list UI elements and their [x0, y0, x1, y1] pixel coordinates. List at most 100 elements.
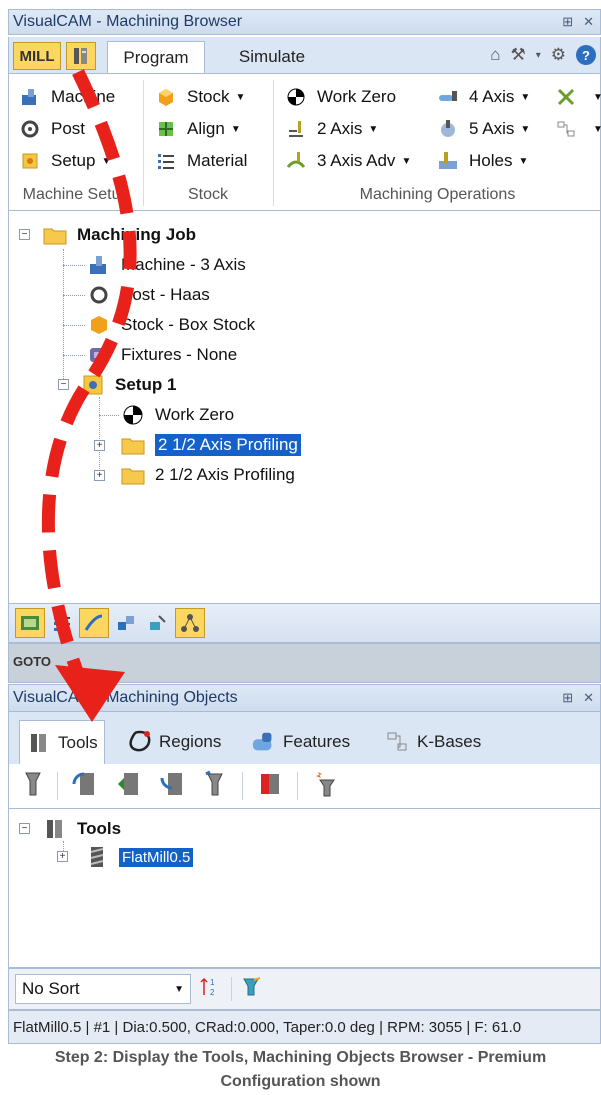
load-tool-icon[interactable] [116, 770, 146, 803]
machine-icon [87, 254, 111, 276]
folder-icon [43, 224, 67, 246]
network-button[interactable] [175, 608, 205, 638]
more-operations-button[interactable]: ▼ [555, 116, 601, 142]
holes-button[interactable]: Holes ▼ [437, 148, 528, 174]
goto-bar: GOTO [8, 643, 601, 683]
material-button[interactable]: Material [155, 148, 247, 174]
2-axis-icon [285, 119, 307, 139]
sort-select[interactable]: No Sort ▼ [15, 974, 191, 1004]
expand-toggle[interactable]: + [94, 470, 105, 481]
k-bases-icon [385, 729, 411, 755]
save-tool-icon[interactable] [160, 770, 190, 803]
collapse-toggle[interactable]: − [19, 229, 30, 240]
toolbar-separator [231, 977, 232, 1001]
5-axis-label: 5 Axis [469, 119, 515, 138]
sort-value: No Sort [22, 979, 80, 998]
tool-status-bar: FlatMill0.5 | #1 | Dia:0.500, CRad:0.000… [8, 1010, 601, 1044]
tree-item-tools[interactable]: Tools [43, 815, 121, 843]
tab-label: Regions [159, 732, 222, 751]
tree-item-machine[interactable]: Machine - 3 Axis [87, 251, 246, 279]
tab-features[interactable]: Features [245, 720, 356, 764]
expand-toggle[interactable]: + [57, 851, 68, 862]
tree-item-setup[interactable]: Setup 1 [81, 371, 176, 399]
delete-tool-icon[interactable] [257, 770, 283, 803]
close-icon[interactable]: ✕ [583, 14, 594, 30]
close-icon[interactable]: ✕ [583, 690, 594, 706]
tree-item-machining-job[interactable]: Machining Job [43, 221, 196, 249]
tree-item-post[interactable]: Post - Haas [87, 281, 210, 309]
stock-icon [155, 87, 177, 107]
pin-icon[interactable]: ⊞ [562, 14, 573, 30]
show-browser-button[interactable] [15, 608, 45, 638]
hammer-icon[interactable]: ⚒ [510, 45, 525, 65]
tree-item-fixtures[interactable]: Fixtures - None [87, 341, 237, 369]
regions-icon [127, 729, 153, 755]
machining-browser-title: VisualCAM - Machining Browser [13, 13, 243, 30]
4-axis-label: 4 Axis [469, 87, 515, 106]
tab-simulate[interactable]: Simulate [217, 41, 327, 73]
edit-tool-icon[interactable] [204, 770, 228, 803]
post-button[interactable]: Post [19, 116, 85, 142]
features-icon [251, 729, 277, 755]
chevron-down-icon: ▼ [593, 123, 601, 135]
tree-label: FlatMill0.5 [119, 847, 194, 867]
post-icon [87, 284, 111, 306]
flat-mill-icon [85, 846, 109, 868]
mill-mode-button[interactable]: MILL [13, 42, 61, 70]
tab-k-bases[interactable]: K-Bases [379, 720, 487, 764]
reset-tools-icon[interactable] [312, 770, 338, 803]
tool-library-icon[interactable] [72, 770, 102, 803]
machine-icon [19, 87, 41, 107]
list-view-button[interactable] [47, 608, 77, 638]
new-tool-icon[interactable] [23, 770, 43, 803]
tool-filter-icon[interactable] [240, 976, 264, 1003]
stock-label: Stock [187, 87, 230, 106]
minimize-ribbon-icon[interactable]: ⌂ [490, 45, 500, 65]
3-axis-adv-button[interactable]: 3 Axis Adv ▼ [285, 148, 411, 174]
tab-label: Tools [58, 732, 98, 752]
work-zero-button[interactable]: Work Zero [285, 84, 396, 110]
pin-icon[interactable]: ⊞ [562, 690, 573, 706]
collapse-toggle[interactable]: − [19, 823, 30, 834]
collapse-toggle[interactable]: − [58, 379, 69, 390]
sort-order-icon[interactable]: 12 [199, 976, 223, 1003]
tree-item-profiling-2[interactable]: 2 1/2 Axis Profiling [121, 461, 295, 489]
chevron-down-icon: ▼ [401, 155, 412, 167]
stock-button[interactable]: Stock ▼ [155, 84, 245, 110]
help-icon[interactable]: ? [576, 45, 596, 65]
tree-item-profiling-1[interactable]: 2 1/2 Axis Profiling [121, 431, 301, 459]
tools-cross-button[interactable]: ▼ [555, 84, 601, 110]
tab-tools[interactable]: Tools [19, 720, 105, 764]
tree-item-work-zero[interactable]: Work Zero [121, 401, 234, 429]
machining-objects-toggle-button[interactable] [66, 42, 96, 70]
chevron-down-icon: ▼ [368, 123, 379, 135]
tab-regions[interactable]: Regions [121, 720, 227, 764]
caption-line-2: Configuration shown [220, 1073, 381, 1090]
align-button[interactable]: Align ▼ [155, 116, 241, 142]
5-axis-button[interactable]: 5 Axis ▼ [437, 116, 530, 142]
2-axis-button[interactable]: 2 Axis ▼ [285, 116, 378, 142]
tree-item-flatmill[interactable]: FlatMill0.5 [85, 843, 194, 871]
chevron-down-icon[interactable]: ▾ [536, 50, 541, 61]
ribbon-panel: Machine Post Setup ▼ Machine Setup Stock ▼… [8, 73, 601, 211]
setup-button[interactable]: Setup ▼ [19, 148, 111, 174]
status-text: FlatMill0.5 | #1 | Dia:0.500, CRad:0.000… [13, 1018, 522, 1036]
tools-toolbar [8, 764, 601, 808]
tab-label: K-Bases [417, 732, 482, 751]
tree-item-stock[interactable]: Stock - Box Stock [87, 311, 255, 339]
expand-toggle[interactable]: + [94, 440, 105, 451]
gear-icon[interactable]: ⚙ [551, 45, 566, 65]
caption-line-1: Step 2: Display the Tools, Machining Obj… [54, 1049, 547, 1066]
tab-label: Features [283, 732, 351, 751]
toolpath-button[interactable] [79, 608, 109, 638]
simulate-button[interactable] [111, 608, 141, 638]
tree-label: Fixtures - None [121, 345, 238, 364]
tab-program[interactable]: Program [107, 41, 205, 73]
machine-button[interactable]: Machine [19, 84, 115, 110]
stock-view-button[interactable] [143, 608, 173, 638]
tools-icon [43, 818, 67, 840]
4-axis-button[interactable]: 4 Axis ▼ [437, 84, 530, 110]
network-icon [181, 614, 199, 632]
ribbon-tab-bar: MILL Program Simulate ⌂ ⚒ ▾ ⚙ ? [8, 37, 601, 73]
group-label-machining-operations: Machining Operations [359, 186, 516, 203]
